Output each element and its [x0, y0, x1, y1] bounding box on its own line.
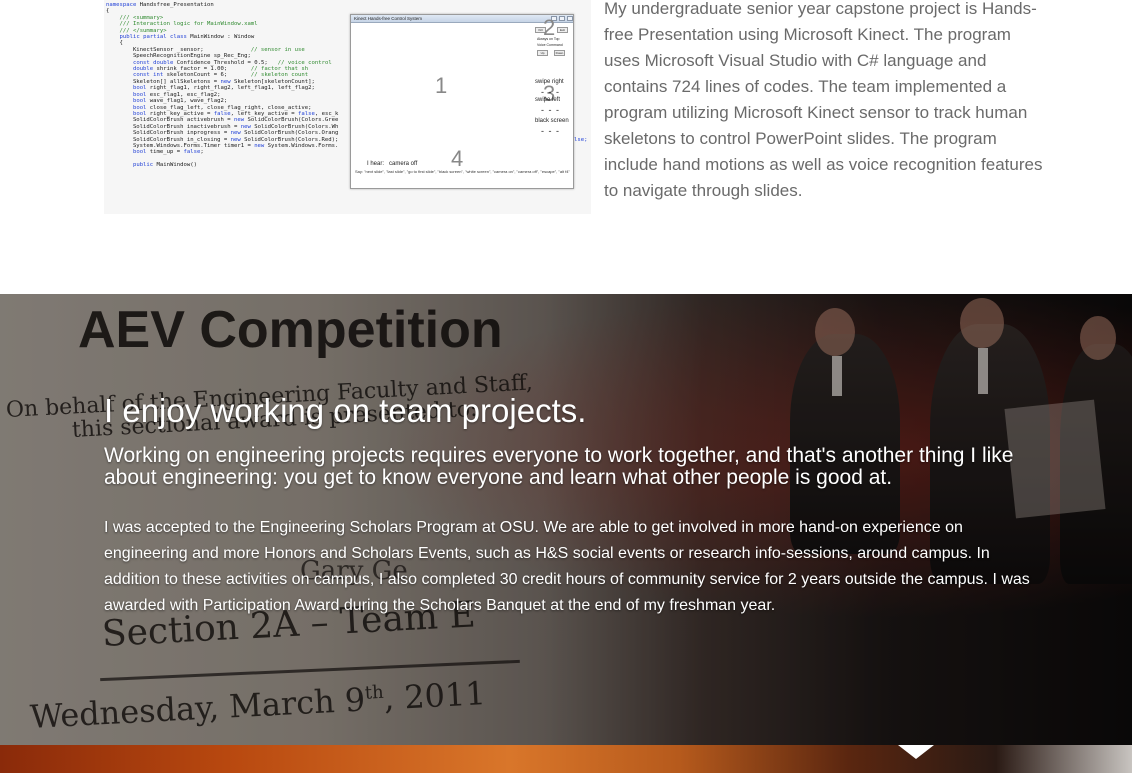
i-hear-label: I hear:: [367, 161, 385, 167]
down-button: Down: [554, 50, 565, 56]
slide-number-4: 4: [451, 146, 464, 171]
close-icon: [567, 16, 573, 21]
capstone-section: namespace Handsfree_Presentation{ /// <s…: [0, 0, 1132, 294]
slide-number-2: 2: [543, 15, 556, 40]
hero-title: I enjoy working on team projects.: [104, 392, 587, 429]
team-projects-section: AEV Competition On behalf of the Enginee…: [0, 294, 1132, 745]
swipe-right-label: swipe right: [535, 79, 564, 85]
code-line: SolidColorBrush in_closing = new SolidCo…: [106, 136, 339, 143]
black-screen-indicator: - - -: [541, 126, 560, 136]
kinect-window-body: Kill Exit Always on Top Voice Command Up…: [351, 15, 573, 189]
up-button: Up: [537, 50, 548, 56]
next-section-preview: [0, 745, 1132, 773]
voice-commands-hint: Say: "next slide", "last slide", "go to …: [355, 169, 570, 174]
capstone-code-screenshot: namespace Handsfree_Presentation{ /// <s…: [104, 0, 591, 214]
code-line: public MainWindow(): [132, 162, 197, 169]
exit-button: Exit: [557, 27, 568, 33]
swipe-right-indicator: - - -: [541, 87, 560, 97]
code-line: SolidColorBrush inprogress = new SolidCo…: [106, 130, 339, 137]
kinect-window-title: Kinect Hands-free Control System: [354, 16, 423, 21]
code-line: SolidColorBrush activebrush = new SolidC…: [106, 117, 339, 124]
hero-subtitle: Working on engineering projects requires…: [104, 444, 1014, 489]
hero-body-text: I was accepted to the Engineering Schola…: [104, 519, 1030, 614]
code-listing: namespace Handsfree_Presentation{ /// <s…: [106, 2, 338, 169]
section-pointer-icon: [898, 745, 934, 759]
black-screen-label: black screen: [535, 118, 569, 124]
capstone-description: My undergraduate senior year capstone pr…: [604, 0, 1043, 200]
swipe-left-label: swipe left: [535, 97, 561, 103]
maximize-icon: [559, 16, 565, 21]
code-overflow-text: lse;: [574, 137, 588, 143]
swipe-left-indicator: - - -: [541, 105, 560, 115]
kinect-app-window: Kinect Hands-free Control System Kill Ex…: [350, 14, 574, 189]
slide-number-1: 1: [435, 73, 448, 98]
voice-command-checkbox: Voice Command: [537, 43, 563, 47]
kinect-window-titlebar: Kinect Hands-free Control System: [351, 15, 573, 23]
heard-value: camera off: [389, 161, 418, 167]
